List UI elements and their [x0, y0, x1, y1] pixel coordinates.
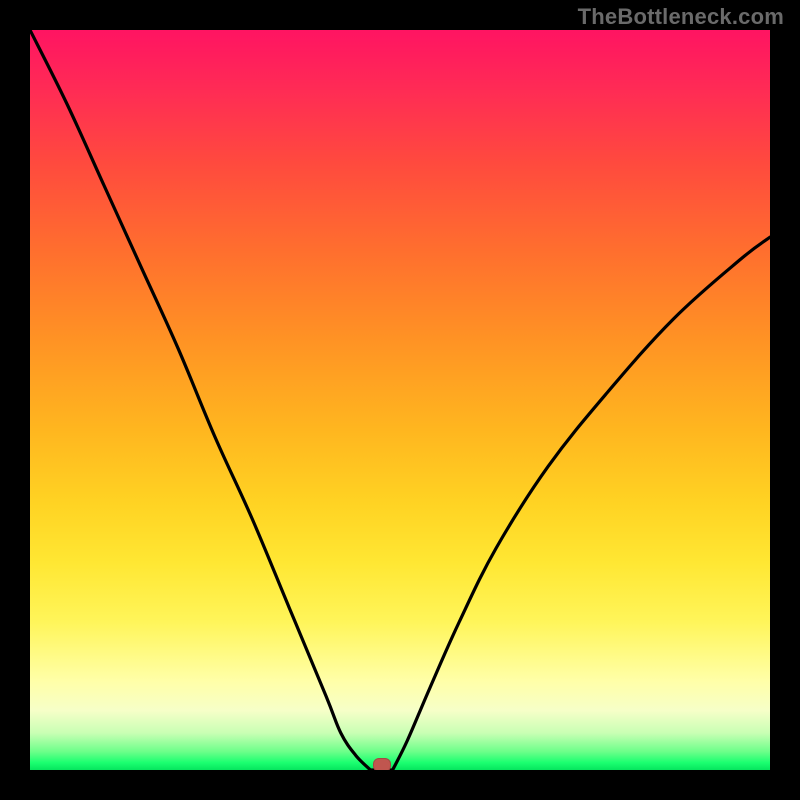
watermark-text: TheBottleneck.com: [578, 4, 784, 30]
bottleneck-curve: [30, 30, 770, 770]
chart-frame: TheBottleneck.com: [0, 0, 800, 800]
bottleneck-marker: [373, 758, 391, 770]
plot-area: [30, 30, 770, 770]
curve-path: [30, 30, 770, 770]
